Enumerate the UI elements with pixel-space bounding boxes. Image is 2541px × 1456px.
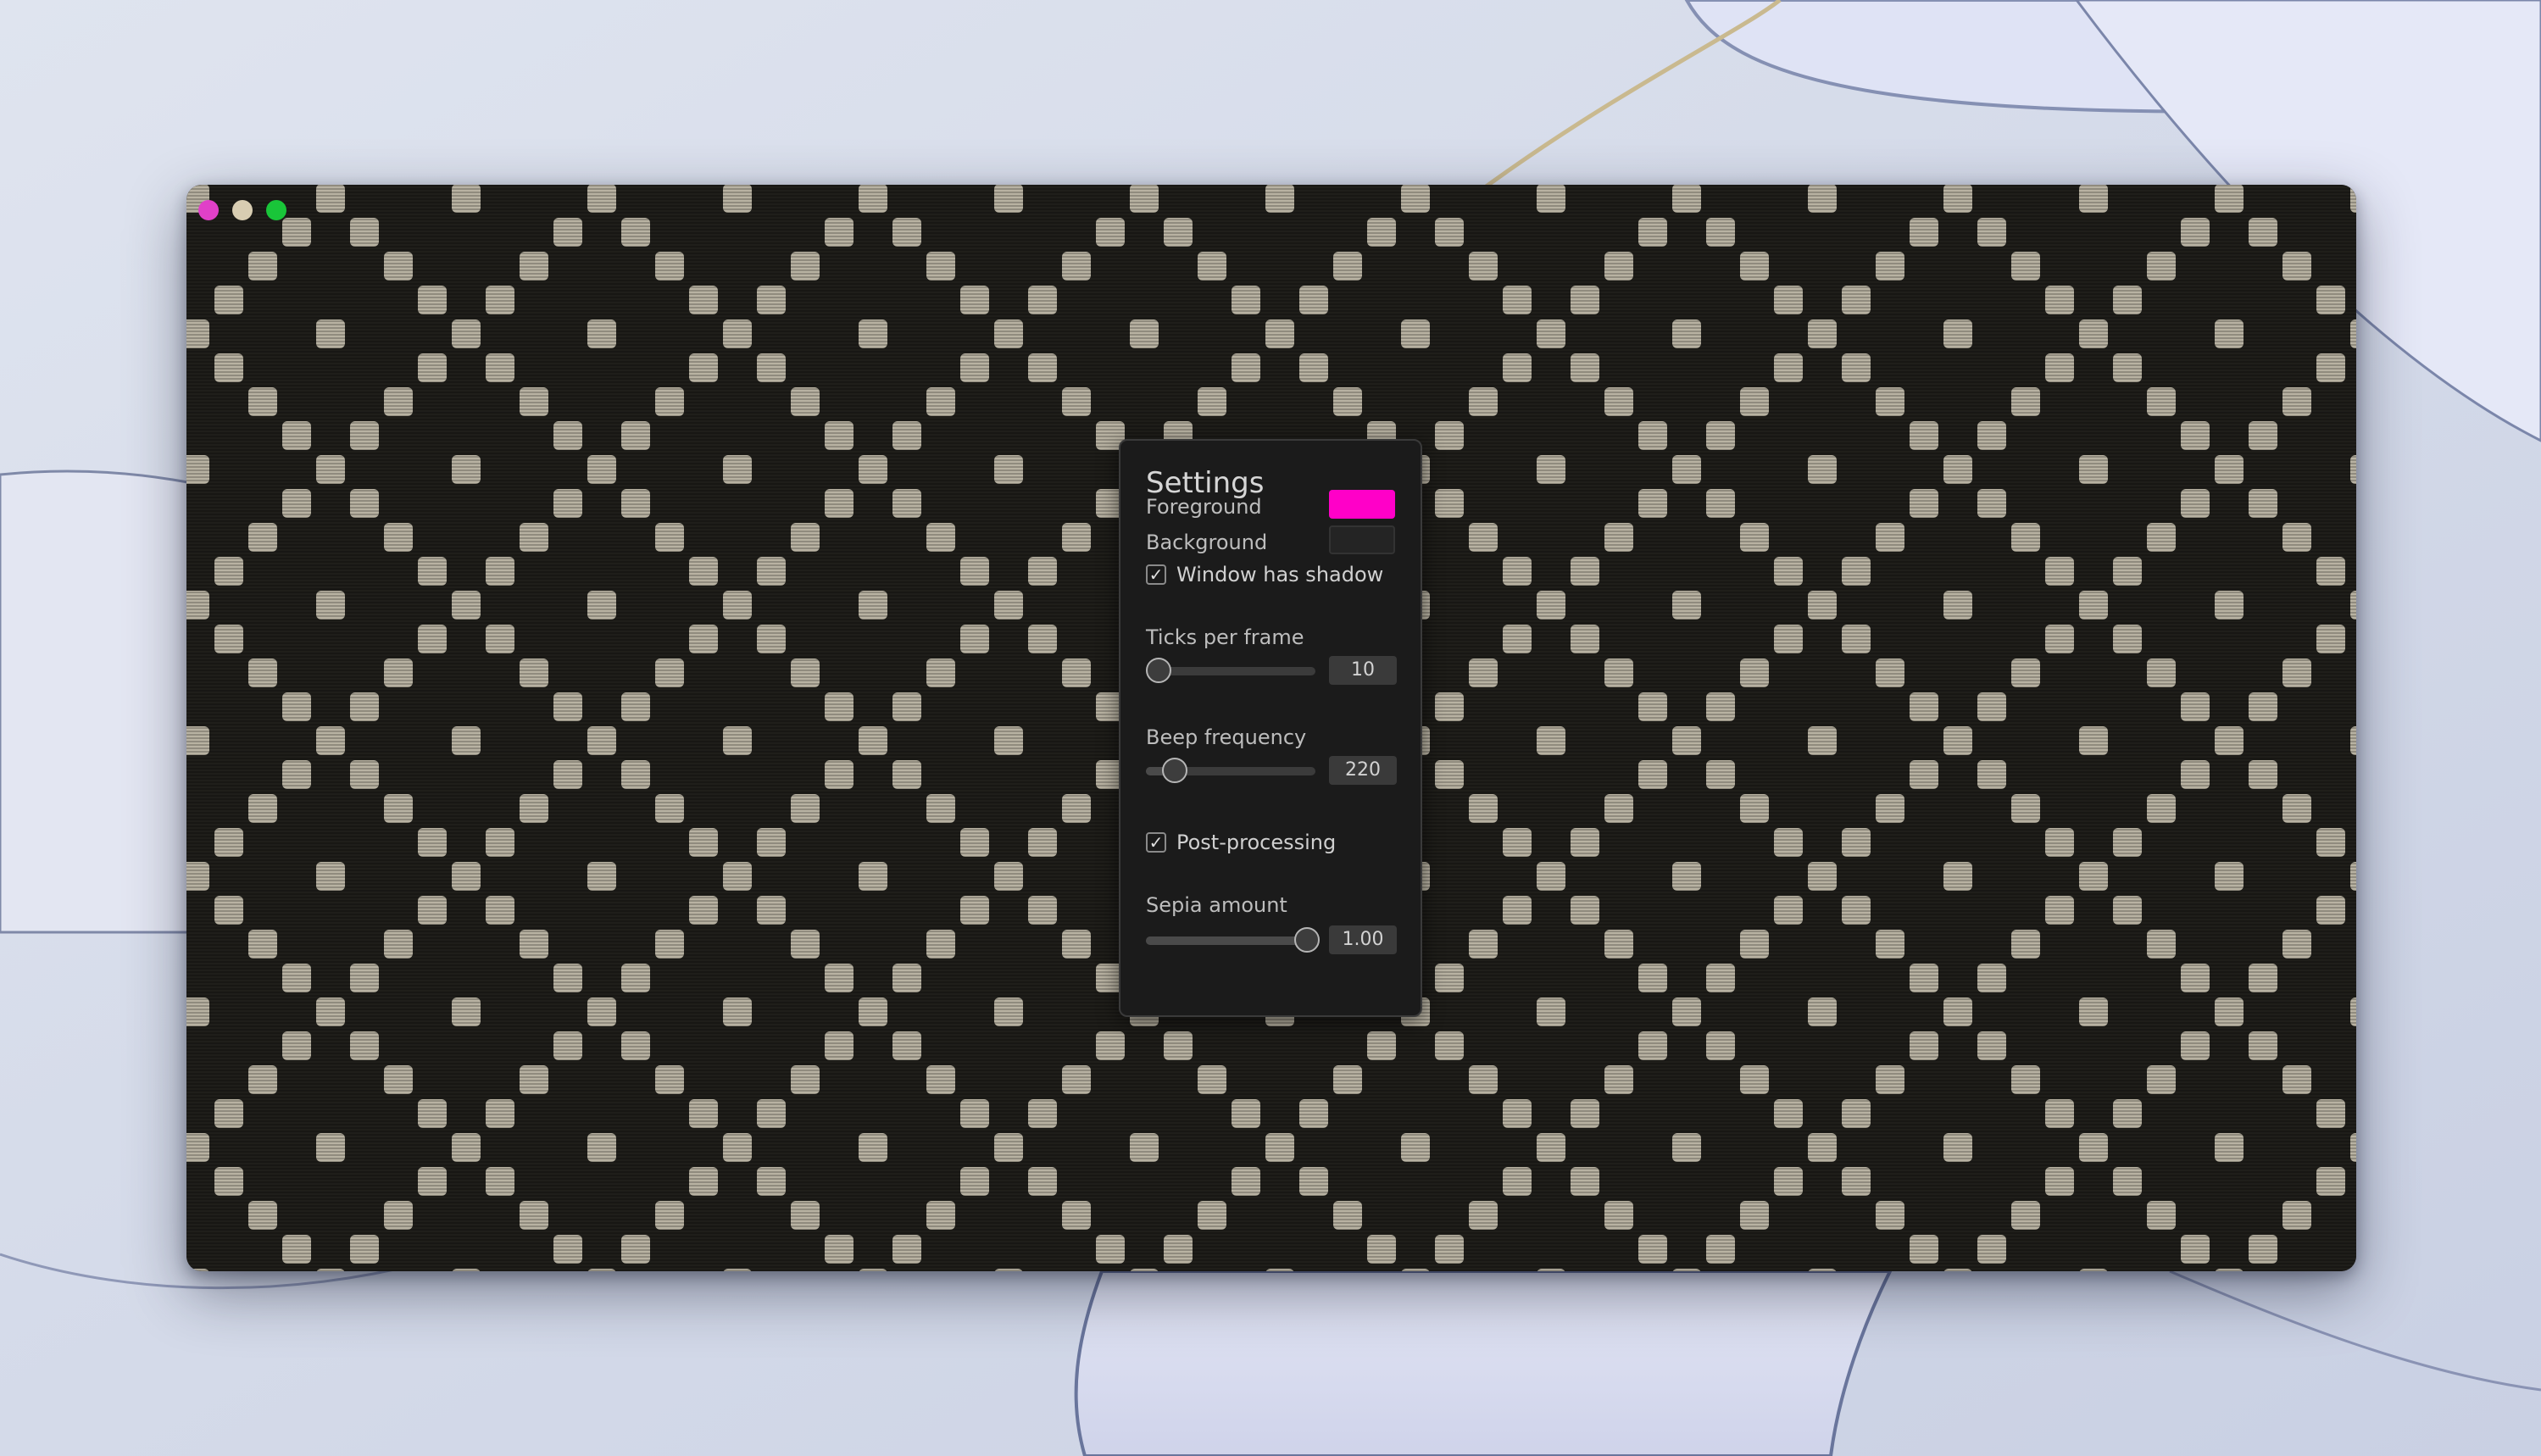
foreground-label: Foreground bbox=[1146, 495, 1262, 519]
slider-fill bbox=[1146, 936, 1307, 945]
app-window: Settings Foreground Background ✓ Window … bbox=[186, 185, 2356, 1271]
ticks-per-frame-value[interactable]: 10 bbox=[1329, 656, 1397, 685]
post-processing-checkbox[interactable]: ✓ bbox=[1146, 832, 1166, 853]
beep-frequency-label: Beep frequency bbox=[1146, 725, 1307, 749]
beep-frequency-slider[interactable] bbox=[1146, 756, 1315, 785]
sepia-amount-value[interactable]: 1.00 bbox=[1329, 925, 1397, 954]
window-shadow-option[interactable]: ✓ Window has shadow bbox=[1146, 563, 1383, 586]
ticks-per-frame-slider[interactable] bbox=[1146, 656, 1315, 685]
slider-knob[interactable] bbox=[1146, 658, 1171, 683]
settings-panel: Settings Foreground Background ✓ Window … bbox=[1119, 439, 1422, 1017]
slider-knob[interactable] bbox=[1294, 927, 1320, 953]
close-button[interactable] bbox=[198, 200, 219, 220]
minimize-button[interactable] bbox=[232, 200, 253, 220]
window-shadow-label: Window has shadow bbox=[1176, 563, 1384, 586]
slider-track bbox=[1146, 667, 1315, 675]
slider-knob[interactable] bbox=[1162, 758, 1187, 783]
ticks-per-frame-label: Ticks per frame bbox=[1146, 625, 1304, 649]
background-color-swatch[interactable] bbox=[1329, 525, 1395, 554]
zoom-button[interactable] bbox=[266, 200, 286, 220]
sepia-amount-slider[interactable] bbox=[1146, 925, 1320, 954]
sepia-amount-label: Sepia amount bbox=[1146, 893, 1287, 917]
post-processing-label: Post-processing bbox=[1176, 831, 1337, 854]
foreground-color-swatch[interactable] bbox=[1329, 490, 1395, 519]
window-shadow-checkbox[interactable]: ✓ bbox=[1146, 564, 1166, 585]
desktop-wallpaper: Settings Foreground Background ✓ Window … bbox=[0, 0, 2541, 1456]
background-label: Background bbox=[1146, 531, 1268, 554]
window-controls bbox=[198, 200, 286, 220]
post-processing-option[interactable]: ✓ Post-processing bbox=[1146, 831, 1336, 854]
beep-frequency-value[interactable]: 220 bbox=[1329, 756, 1397, 785]
